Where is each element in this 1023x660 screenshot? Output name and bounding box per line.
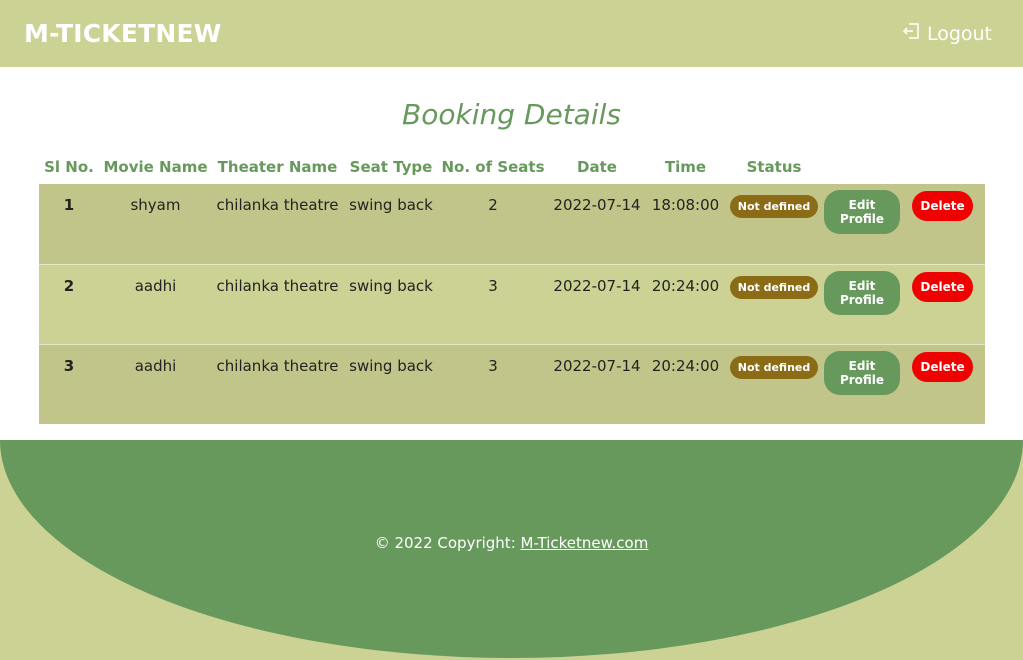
cell-movie-name: shyam: [130, 196, 181, 214]
table-row: 2 aadhi chilanka theatre swing back 3 20…: [39, 263, 985, 344]
status-badge: Not defined: [729, 355, 819, 379]
cell-time: 18:08:00: [651, 196, 720, 214]
cell-theater-name: chilanka theatre: [212, 343, 343, 424]
edit-profile-button[interactable]: Edit Profile: [824, 190, 900, 234]
cell-seat-type: swing back: [343, 263, 439, 344]
cell-date: 2022-07-14: [553, 196, 641, 214]
cell-seat-type: swing back: [343, 343, 439, 424]
copyright-text: © 2022 Copyright: M-Ticketnew.com: [0, 534, 1023, 552]
footer: © 2022 Copyright: M-Ticketnew.com: [0, 440, 1023, 660]
cell-delete: Delete: [900, 263, 985, 344]
cell-date: 2022-07-14: [547, 343, 647, 424]
cell-sl-no: 1: [63, 196, 75, 214]
cell-time: 20:24:00: [647, 263, 724, 344]
header-date: Date: [547, 150, 647, 184]
delete-button[interactable]: Delete: [912, 351, 973, 382]
cell-theater-name: chilanka theatre: [216, 196, 339, 214]
logout-label: Logout: [926, 22, 992, 45]
header-theater-name: Theater Name: [212, 150, 343, 184]
cell-edit: Edit Profile: [824, 263, 900, 344]
logout-button[interactable]: Logout: [901, 21, 992, 46]
header-sl-no: Sl No.: [39, 150, 99, 184]
header-movie-name: Movie Name: [99, 150, 212, 184]
cell-delete: Delete: [900, 343, 985, 424]
header-seat-type: Seat Type: [343, 150, 439, 184]
status-badge: Not defined: [729, 195, 819, 218]
page-title: Booking Details: [402, 98, 621, 131]
navbar: M-TICKETNEW Logout: [0, 0, 1023, 67]
header-blank: [900, 150, 985, 184]
cell-status: Not defined: [724, 343, 824, 424]
cell-movie-name: aadhi: [99, 263, 212, 344]
edit-profile-button[interactable]: Edit Profile: [824, 350, 900, 395]
cell-sl-no: 2: [39, 263, 99, 344]
cell-no-of-seats: 3: [439, 343, 547, 424]
table-header-row: Sl No. Movie Name Theater Name Seat Type…: [39, 150, 985, 184]
header-no-of-seats: No. of Seats: [439, 150, 547, 184]
edit-profile-button[interactable]: Edit Profile: [824, 270, 900, 315]
header-time: Time: [647, 150, 724, 184]
cell-no-of-seats: 3: [439, 263, 547, 344]
delete-button[interactable]: Delete: [912, 271, 973, 302]
cell-date: 2022-07-14: [547, 263, 647, 344]
cell-time: 20:24:00: [647, 343, 724, 424]
cell-status: Not defined: [724, 184, 824, 264]
booking-table: Sl No. Movie Name Theater Name Seat Type…: [39, 150, 985, 424]
logout-icon: [901, 21, 921, 46]
cell-sl-no: 3: [39, 343, 99, 424]
table-row: 1 shyam chilanka theatre swing back 2 20…: [39, 184, 985, 264]
brand-logo[interactable]: M-TICKETNEW: [24, 19, 222, 48]
cell-delete: Delete: [900, 184, 985, 264]
cell-seat-type: swing back: [349, 196, 433, 214]
cell-edit: Edit Profile: [824, 184, 900, 264]
copyright-prefix: © 2022 Copyright:: [374, 534, 521, 552]
status-badge: Not defined: [729, 275, 819, 299]
cell-edit: Edit Profile: [824, 343, 900, 424]
cell-movie-name: aadhi: [99, 343, 212, 424]
copyright-link[interactable]: M-Ticketnew.com: [521, 534, 649, 552]
cell-status: Not defined: [724, 263, 824, 344]
header-blank: [824, 150, 900, 184]
header-status: Status: [724, 150, 824, 184]
cell-no-of-seats: 2: [488, 196, 498, 214]
cell-theater-name: chilanka theatre: [212, 263, 343, 344]
booking-table-container: Sl No. Movie Name Theater Name Seat Type…: [39, 150, 985, 424]
delete-button[interactable]: Delete: [912, 191, 973, 221]
table-row: 3 aadhi chilanka theatre swing back 3 20…: [39, 343, 985, 424]
